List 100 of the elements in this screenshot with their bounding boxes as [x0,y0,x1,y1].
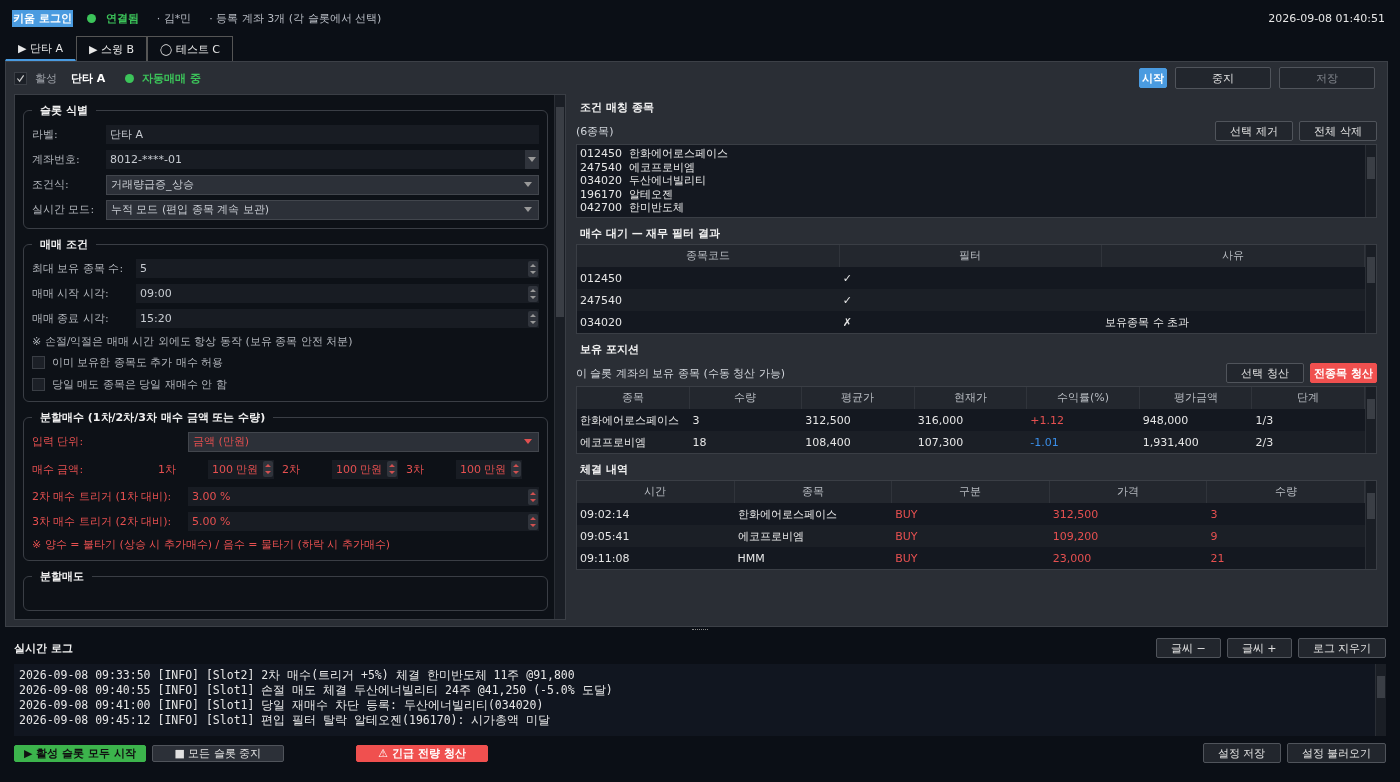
note-text: ※ 양수 = 불타기 (상승 시 추가매수) / 음수 = 물타기 (하락 시 추가매수) [32,536,391,553]
spin-arrows-icon[interactable] [528,260,538,277]
scrollbar[interactable] [1365,145,1376,217]
filter-mark: ✓ [841,271,853,285]
table-cell-text: 3 [1209,507,1219,521]
group-title: 슬롯 식별 [39,103,89,118]
list-item[interactable]: 196170 알테오젠 [580,187,1362,201]
spin-arrows-icon[interactable] [528,310,538,327]
log-button[interactable]: 글씨 + [1226,638,1292,658]
option-checkbox[interactable] [32,355,45,369]
table-cell-text: 316,000 [916,413,965,427]
table-cell-text: 948,000 [1141,413,1190,427]
table-cell-text: 한화에어로스페이스 [736,506,838,522]
slot-name: 단타 A [71,70,106,86]
table-cell-text: 09:02:14 [579,507,631,521]
column-header[interactable]: 수익률(%) [1027,387,1140,409]
spin-arrows-icon[interactable] [528,513,538,530]
table-cell-text: 108,400 [804,435,852,449]
scrollbar[interactable] [1365,387,1376,453]
table-cell-text: 한화에어로스페이스 [579,412,680,428]
date-time: 2026-09-08 01:40:51 [1268,11,1385,25]
list-item[interactable]: 042700 한미반도체 [580,201,1362,215]
scrollbar[interactable] [1365,481,1376,569]
footer-button[interactable]: ⚠ 긴급 전량 청산 [356,744,488,762]
column-header[interactable]: 현재가 [914,387,1028,409]
field-label: 매매 종료 시각: [32,311,110,326]
column-header[interactable]: 종목코드 [577,245,840,267]
spin-box[interactable]: 100 만원 [332,459,398,479]
stage-label: 1차 [157,461,177,477]
column-header[interactable]: 평가금액 [1139,387,1253,409]
slot-tab[interactable]: ◯ 테스트 C [147,36,233,61]
field-label: 입력 단위: [32,434,85,449]
list-item[interactable]: 247540 에코프로비엠 [580,160,1362,174]
spin-box[interactable]: 15:20 [136,309,539,328]
spin-box[interactable]: 5.00 % [188,512,539,531]
combo-field[interactable]: 8012-****-01 [106,150,539,169]
spin-box[interactable]: 3.00 % [188,487,539,506]
list-button[interactable]: 선택 제거 [1215,121,1293,141]
spin-arrows-icon[interactable] [511,461,521,477]
spin-box[interactable]: 09:00 [136,284,539,303]
settings-button[interactable]: 설정 불러오기 [1286,743,1386,763]
liquidate-button[interactable]: 선택 청산 [1226,363,1305,383]
list-item[interactable]: 012450 한화에어로스페이스 [580,147,1362,161]
table-cell-text: 3 [691,413,701,427]
group-title: 분할매도 [39,569,85,584]
scrollbar[interactable] [1365,245,1376,333]
table-cell-text: 09:11:08 [579,551,631,565]
table-cell-text: 09:05:41 [579,529,631,543]
option-label: 당일 매도 종목은 당일 재매수 안 함 [52,376,227,392]
text-field[interactable]: 단타 A [106,125,539,144]
spin-arrows-icon[interactable] [528,488,538,505]
active-label: 활성 [35,70,57,86]
connection-status: 연결됨 [105,10,139,26]
column-header[interactable]: 단계 [1252,387,1365,409]
column-header[interactable]: 수량 [689,387,803,409]
option-checkbox[interactable] [32,377,45,391]
dropdown[interactable]: 누적 모드 (편입 종목 계속 보관) [106,199,539,220]
slot-tab[interactable]: ▶ 스윙 B [76,36,147,61]
spin-box[interactable]: 5 [136,259,539,278]
footer-button[interactable]: ▶ 활성 슬롯 모두 시작 [14,744,146,762]
column-header[interactable]: 평균가 [802,387,915,409]
dropdown-icon[interactable] [525,150,539,169]
spin-arrows-icon[interactable] [387,461,397,477]
list-button[interactable]: 전체 삭제 [1299,121,1377,141]
table-cell-text: 107,300 [916,435,965,449]
log-button[interactable]: 로그 지우기 [1297,638,1386,658]
spin-arrows-icon[interactable] [528,285,538,302]
active-checkbox[interactable] [14,71,27,85]
scrollbar[interactable] [554,95,565,619]
log-line: 2026-09-08 09:33:50 [INFO] [Slot2] 2차 매수(트리거 +5%) 체결 한미반도체 11주 @91,800 [19,668,576,683]
table-cell-text: BUY [894,529,919,543]
stage-label: 3차 [405,461,425,477]
scrollbar[interactable] [1375,664,1386,736]
slot-button[interactable]: 중지 [1175,67,1271,89]
table-cell-text: 034020 [579,315,623,329]
dropdown[interactable]: 금액 (만원) [188,431,539,452]
log-button[interactable]: 글씨 − [1156,638,1221,658]
table-cell-text: 18 [691,435,708,449]
dropdown[interactable]: 거래량급증_상승 [106,174,539,195]
column-header[interactable]: 종목 [734,481,893,503]
column-header[interactable]: 사유 [1102,245,1365,267]
stage-label: 2차 [281,461,301,477]
column-header[interactable]: 필터 [839,245,1103,267]
table-cell-text: 에코프로비엠 [736,528,805,544]
column-header[interactable]: 시간 [577,481,735,503]
liquidate-button[interactable]: 전종목 청산 [1310,363,1377,383]
group-title: 매매 조건 [39,237,89,252]
spin-box[interactable]: 100 만원 [208,459,274,479]
settings-button[interactable]: 설정 저장 [1202,743,1281,763]
footer-button[interactable]: ■ 모든 슬롯 중지 [152,744,284,762]
filter-mark: ✓ [841,293,853,307]
field-label: 실시간 모드: [32,202,96,217]
column-header[interactable]: 종목 [577,387,690,409]
column-header[interactable]: 가격 [1049,481,1208,503]
column-header[interactable]: 구분 [892,481,1050,503]
spin-arrows-icon[interactable] [263,461,273,477]
spin-box[interactable]: 100 만원 [456,459,522,479]
table-cell-text: BUY [894,507,919,521]
list-item[interactable]: 034020 두산에너빌리티 [580,174,1362,188]
section-title: 보유 포지션 [579,341,640,358]
